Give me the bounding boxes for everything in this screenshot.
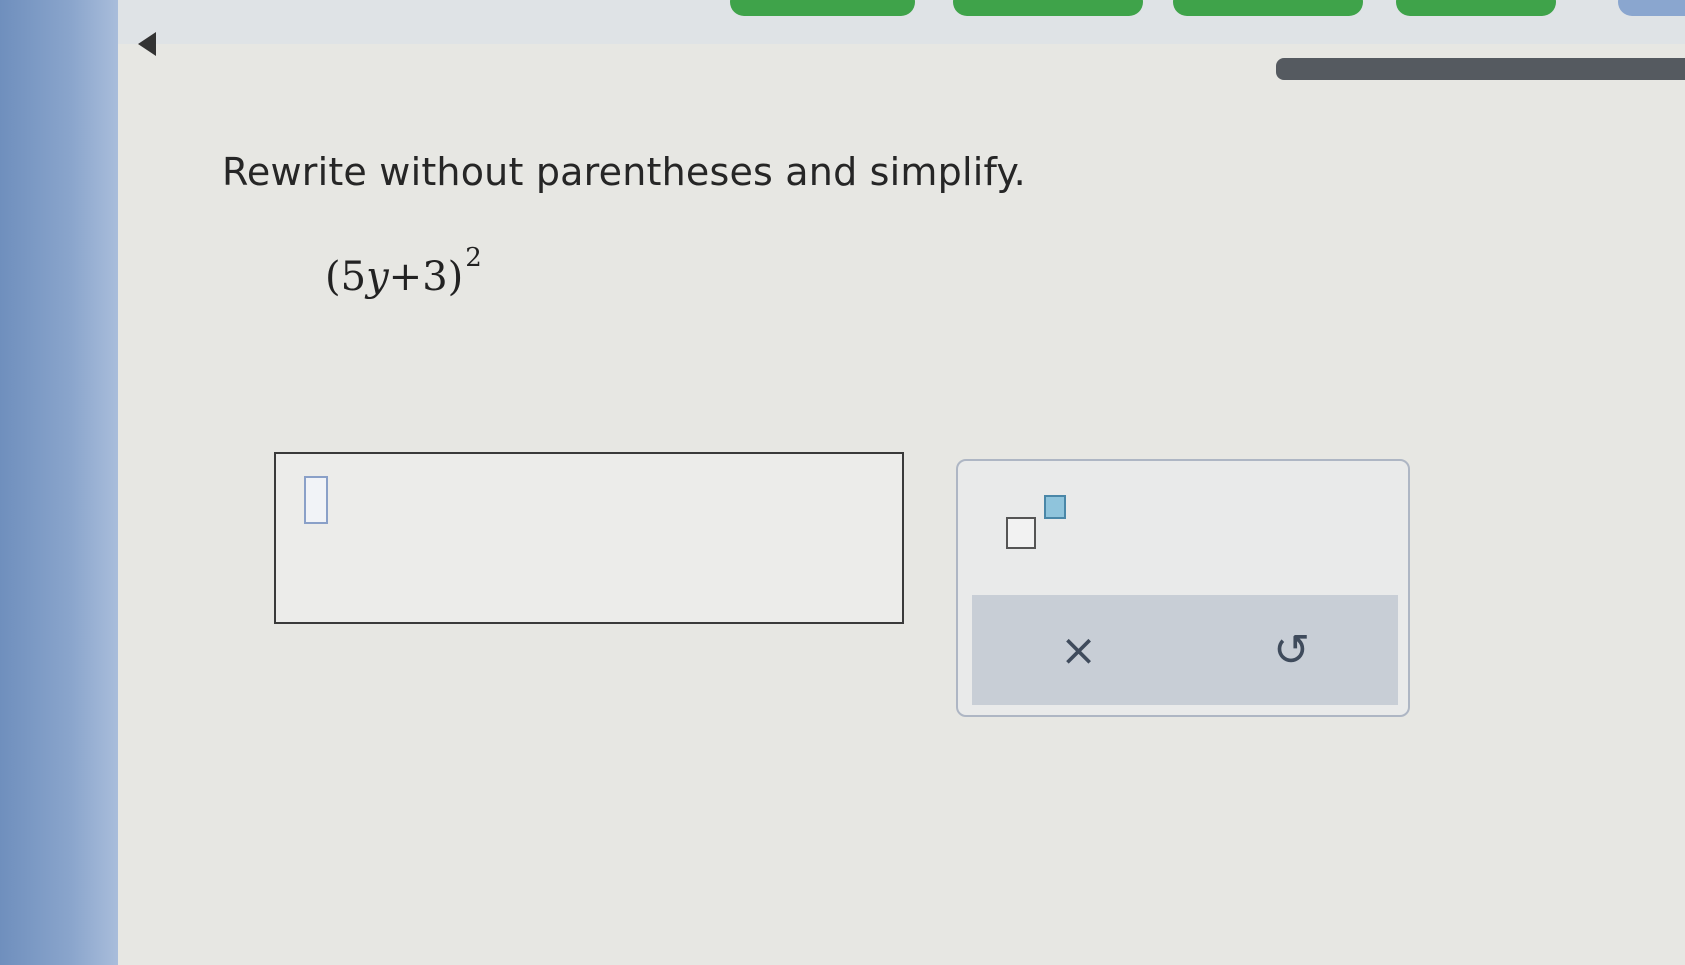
close-paren: ) — [447, 254, 464, 300]
superscript-template-icon[interactable] — [1006, 495, 1076, 555]
exponent: 2 — [465, 243, 482, 273]
question-instruction: Rewrite without parentheses and simplify… — [222, 150, 1026, 194]
plus-operator: + — [388, 254, 423, 300]
toolbox-action-bar: × ↺ — [972, 595, 1398, 705]
left-sidebar — [0, 0, 118, 965]
back-arrow-icon[interactable] — [138, 32, 156, 56]
progress-segment-current — [1618, 0, 1685, 16]
page: Rewrite without parentheses and simplify… — [0, 0, 1685, 965]
base-box — [1006, 517, 1036, 549]
undo-button[interactable]: ↺ — [1185, 595, 1398, 705]
progress-segment-complete — [953, 0, 1143, 16]
math-toolbox: × ↺ — [956, 459, 1410, 717]
constant: 3 — [422, 254, 448, 300]
progress-header — [118, 0, 1685, 44]
clear-button[interactable]: × — [972, 595, 1185, 705]
status-bar — [1276, 58, 1685, 80]
answer-input[interactable] — [274, 452, 904, 624]
open-paren: ( — [325, 254, 341, 300]
progress-segment-complete — [1396, 0, 1556, 16]
progress-segment-complete — [1173, 0, 1363, 16]
math-expression: (5y+3)2 — [325, 243, 482, 300]
progress-segment-complete — [730, 0, 915, 16]
exponent-box — [1044, 495, 1066, 519]
input-cursor-slot[interactable] — [304, 476, 328, 524]
variable: y — [366, 254, 389, 300]
coefficient: 5 — [340, 254, 367, 300]
